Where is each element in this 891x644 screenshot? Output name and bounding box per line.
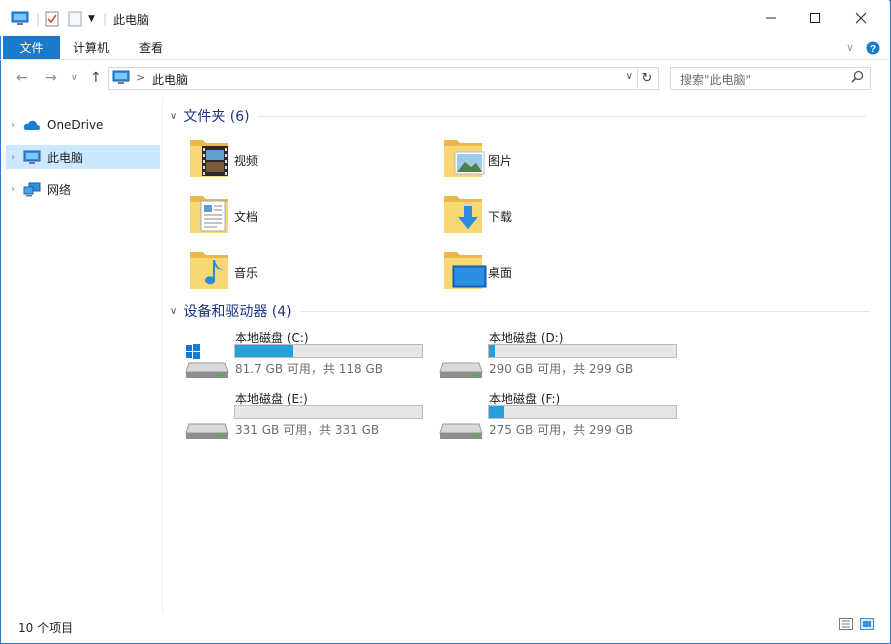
pictures-folder-icon: [444, 140, 485, 177]
window-title: 此电脑: [113, 13, 150, 27]
drives-section-header[interactable]: ∨ 设备和驱动器 (4): [170, 301, 870, 321]
search-input[interactable]: 搜索"此电脑": [670, 67, 871, 90]
large-icons-view-icon[interactable]: [860, 618, 874, 633]
tab-view[interactable]: 查看: [139, 36, 163, 59]
drive-e[interactable]: 本地磁盘 (E:) 331 GB 可用，共 331 GB: [185, 390, 435, 448]
drive-usage-fill: [235, 345, 293, 357]
close-button[interactable]: [838, 0, 884, 36]
folder-downloads[interactable]: 下载: [443, 192, 643, 238]
navigation-pane: [2, 98, 163, 613]
desktop-folder-icon: [444, 252, 487, 289]
folder-label: 图片: [488, 154, 513, 168]
back-icon[interactable]: ←: [16, 70, 28, 86]
chevron-right-icon[interactable]: ›: [6, 152, 20, 163]
minimize-button[interactable]: [748, 0, 794, 36]
collapse-chevron-icon[interactable]: ∨: [170, 306, 177, 317]
up-icon[interactable]: ↑: [90, 70, 102, 86]
folder-pictures[interactable]: 图片: [443, 136, 643, 182]
folder-music[interactable]: 音乐: [189, 248, 389, 294]
status-item-count: 10 个项目: [18, 621, 74, 635]
forward-icon[interactable]: →: [45, 70, 57, 86]
folder-documents[interactable]: 文档: [189, 192, 389, 238]
qa-separator: |: [103, 12, 108, 26]
hard-drive-icon: [185, 423, 229, 439]
onedrive-icon: [20, 119, 44, 131]
folder-label: 文档: [234, 210, 259, 224]
drive-usage-bar: [234, 344, 423, 358]
search-icon[interactable]: [851, 70, 864, 86]
downloads-folder-icon: [444, 196, 482, 233]
drive-usage-fill: [489, 345, 495, 357]
folders-section-header[interactable]: ∨ 文件夹 (6): [170, 106, 866, 126]
ribbon-expand-icon[interactable]: ∨: [846, 36, 854, 59]
tab-file[interactable]: 文件: [3, 36, 60, 59]
tab-computer[interactable]: 计算机: [73, 36, 109, 59]
drive-d[interactable]: 本地磁盘 (D:) 290 GB 可用，共 299 GB: [439, 329, 689, 387]
search-placeholder: 搜索"此电脑": [680, 73, 752, 87]
folder-desktop[interactable]: 桌面: [443, 248, 643, 294]
drive-c[interactable]: 本地磁盘 (C:) 81.7 GB 可用，共 118 GB: [185, 329, 435, 387]
drive-usage-bar: [488, 405, 677, 419]
nav-item-label: 此电脑: [47, 150, 84, 165]
ribbon-bar: [0, 36, 889, 60]
qa-separator: |: [36, 12, 41, 26]
details-view-icon[interactable]: [839, 618, 853, 633]
drive-free-space: 290 GB 可用，共 299 GB: [489, 362, 634, 376]
properties-icon[interactable]: [45, 9, 59, 29]
this-pc-title-icon: [11, 9, 29, 29]
nav-item-this-pc[interactable]: › 此电脑: [6, 145, 160, 169]
recent-locations-icon[interactable]: ∨: [71, 73, 78, 83]
qa-dropdown-icon[interactable]: ▼: [88, 9, 95, 29]
chevron-right-icon[interactable]: ›: [6, 120, 20, 131]
help-icon[interactable]: ?: [866, 36, 880, 59]
music-folder-icon: [190, 252, 228, 289]
system-drive-icon: [185, 344, 229, 378]
folder-label: 视频: [234, 154, 259, 168]
collapse-chevron-icon[interactable]: ∨: [170, 111, 177, 122]
nav-item-network[interactable]: › 网络: [6, 177, 160, 201]
section-divider: [257, 115, 866, 117]
section-divider: [299, 310, 870, 312]
drive-usage-bar: [488, 344, 677, 358]
folders-section-title: 文件夹 (6): [183, 109, 250, 125]
this-pc-address-icon: [112, 70, 130, 89]
chevron-right-icon[interactable]: ›: [6, 184, 20, 195]
drive-free-space: 81.7 GB 可用，共 118 GB: [235, 362, 383, 376]
videos-folder-icon: [190, 140, 228, 177]
breadcrumb-this-pc[interactable]: 此电脑: [152, 71, 188, 88]
refresh-icon[interactable]: ↻: [636, 67, 659, 90]
address-history-icon[interactable]: ∨: [626, 71, 633, 82]
maximize-button[interactable]: [792, 0, 838, 36]
drive-usage-fill: [489, 406, 504, 418]
folder-videos[interactable]: 视频: [189, 136, 389, 182]
this-pc-icon: [20, 150, 44, 165]
svg-text:?: ?: [870, 44, 876, 55]
drive-f[interactable]: 本地磁盘 (F:) 275 GB 可用，共 299 GB: [439, 390, 689, 448]
drives-section-title: 设备和驱动器 (4): [183, 304, 292, 320]
drive-free-space: 275 GB 可用，共 299 GB: [489, 423, 634, 437]
address-bar[interactable]: > 此电脑 ∨: [108, 67, 638, 90]
drive-usage-bar: [234, 405, 423, 419]
nav-item-label: 网络: [47, 182, 72, 197]
network-icon: [20, 182, 44, 197]
documents-folder-icon: [190, 196, 228, 233]
folder-label: 下载: [488, 210, 513, 224]
drive-free-space: 331 GB 可用，共 331 GB: [235, 423, 380, 437]
nav-item-onedrive[interactable]: › OneDrive: [6, 113, 160, 137]
hard-drive-icon: [439, 362, 483, 378]
new-folder-icon[interactable]: [68, 9, 82, 29]
nav-item-label: OneDrive: [47, 118, 104, 132]
breadcrumb-separator[interactable]: >: [136, 71, 145, 84]
folder-label: 桌面: [488, 266, 513, 280]
hard-drive-icon: [439, 423, 483, 439]
folder-label: 音乐: [234, 266, 259, 280]
